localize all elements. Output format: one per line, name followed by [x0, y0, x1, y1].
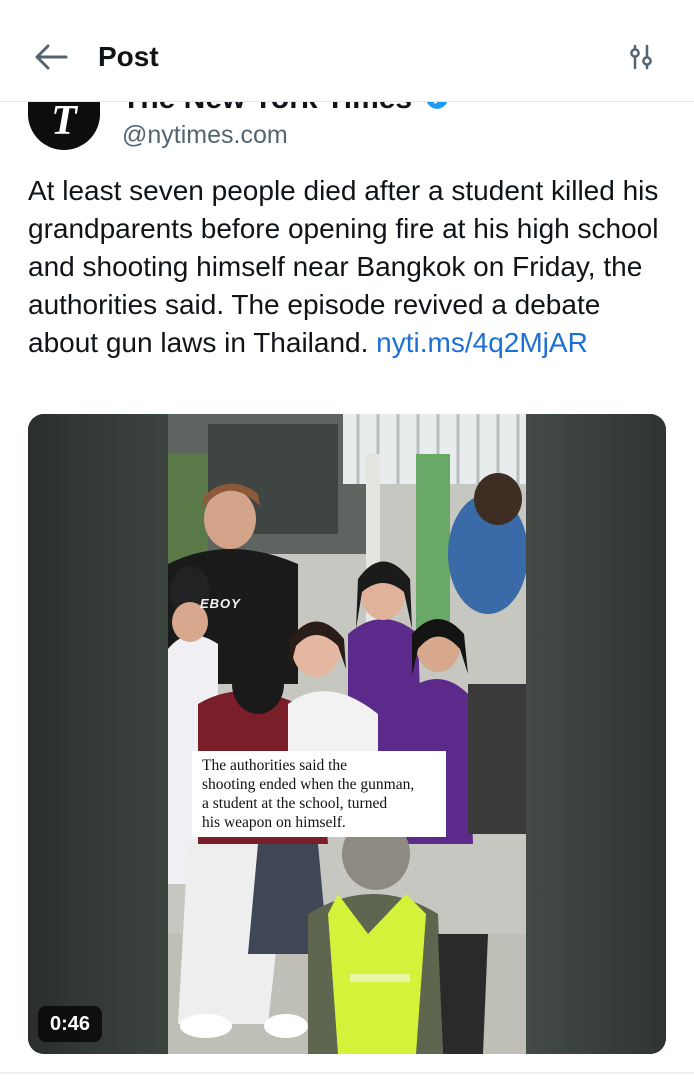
video-caption: The authorities said the shooting ended …	[192, 751, 446, 837]
caption-line: shooting ended when the gunman,	[202, 776, 415, 793]
video-still-image	[168, 414, 526, 1054]
avatar-glyph: T	[51, 102, 77, 144]
post-author[interactable]: T The New York Times @nytimes.com	[28, 102, 668, 158]
caption-line: The authorities said the	[202, 757, 348, 774]
caption-line: a student at the school, turned	[202, 795, 388, 812]
caption-line: his weapon on himself.	[202, 814, 346, 831]
author-handle[interactable]: @nytimes.com	[122, 120, 288, 150]
verified-badge-icon	[427, 102, 448, 109]
sliders-icon	[630, 44, 652, 70]
post-text: At least seven people died after a stude…	[28, 172, 668, 362]
video-frame: EBOY	[168, 414, 526, 1054]
video-player[interactable]: EBOY The authorities said the shooting e…	[28, 414, 666, 1054]
shirt-text: EBOY	[200, 596, 241, 611]
video-duration-badge: 0:46	[38, 1006, 103, 1042]
author-display-name[interactable]: The New York Times	[122, 102, 450, 116]
filter-button[interactable]	[624, 40, 658, 74]
post-link[interactable]: nyti.ms/4q2MjAR	[376, 327, 588, 358]
avatar[interactable]: T	[28, 102, 100, 150]
top-bar: Post	[0, 0, 694, 102]
video-blur-left	[28, 414, 168, 1054]
arrow-left-icon	[35, 44, 68, 70]
page-title: Post	[98, 41, 159, 72]
video-blur-right	[526, 414, 666, 1054]
divider	[0, 1072, 694, 1074]
back-button[interactable]	[30, 38, 72, 76]
